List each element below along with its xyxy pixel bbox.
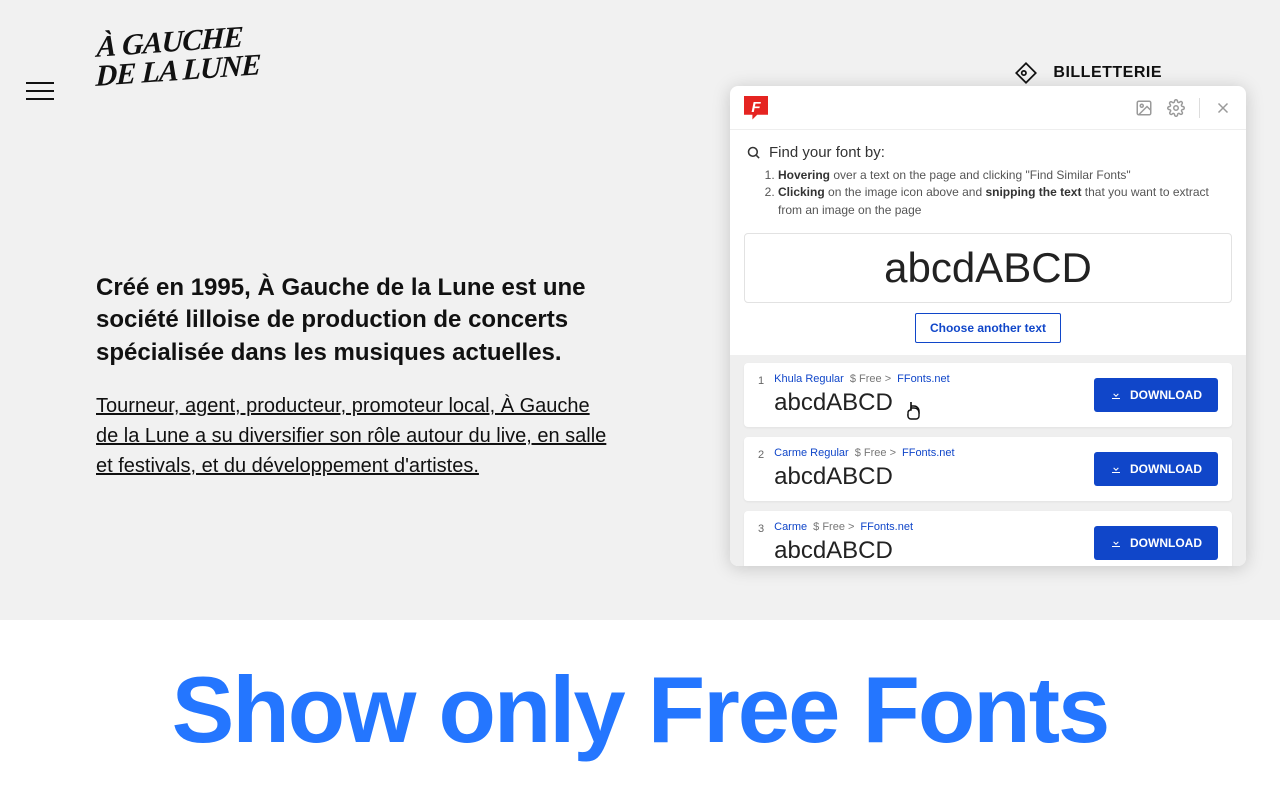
panel-header: F (730, 86, 1246, 130)
font-name-link[interactable]: Carme Regular (774, 447, 849, 459)
menu-button[interactable] (26, 76, 54, 106)
download-label: DOWNLOAD (1130, 536, 1202, 550)
billetterie-label: BILLETTERIE (1053, 64, 1162, 82)
download-label: DOWNLOAD (1130, 388, 1202, 402)
font-name-link[interactable]: Khula Regular (774, 373, 844, 385)
download-icon (1110, 537, 1122, 549)
image-icon[interactable] (1135, 99, 1153, 117)
header-divider (1199, 98, 1200, 118)
download-button[interactable]: DOWNLOAD (1094, 452, 1218, 486)
result-index: 3 (758, 523, 764, 565)
result-index: 2 (758, 449, 764, 491)
result-card[interactable]: 2 Carme Regular $ Free > FFonts.net abcd… (744, 437, 1232, 501)
font-source-link[interactable]: FFonts.net (902, 447, 955, 459)
site-logo[interactable]: À GAUCHE DE LA LUNE (95, 22, 262, 91)
result-card[interactable]: 1 Khula Regular $ Free > FFonts.net abcd… (744, 363, 1232, 427)
font-name-link[interactable]: Carme (774, 521, 807, 533)
result-card[interactable]: 3 Carme $ Free > FFonts.net abcdABCD DOW… (744, 511, 1232, 566)
font-finder-panel: F Find your font by: Hovering over a tex… (730, 86, 1246, 566)
font-sample: abcdABCD (774, 537, 913, 565)
font-sample: abcdABCD (774, 389, 950, 417)
font-source-link[interactable]: FFonts.net (897, 373, 950, 385)
choose-another-text-button[interactable]: Choose another text (915, 313, 1061, 343)
results-list[interactable]: 1 Khula Regular $ Free > FFonts.net abcd… (730, 355, 1246, 566)
ticket-icon (1013, 60, 1039, 86)
find-title: Find your font by: (746, 144, 1230, 161)
promo-banner: Show only Free Fonts (0, 620, 1280, 800)
font-sample: abcdABCD (774, 463, 954, 491)
billetterie-link[interactable]: BILLETTERIE (1013, 60, 1162, 86)
extension-logo-icon: F (744, 96, 768, 120)
find-title-text: Find your font by: (769, 144, 885, 161)
result-index: 1 (758, 375, 764, 417)
font-price: $ Free > (813, 521, 854, 533)
subheadline-text: Tourneur, agent, producteur, promoteur l… (96, 391, 616, 481)
download-label: DOWNLOAD (1130, 462, 1202, 476)
instruction-2: Clicking on the image icon above and sni… (778, 184, 1230, 219)
download-button[interactable]: DOWNLOAD (1094, 378, 1218, 412)
instructions-block: Find your font by: Hovering over a text … (730, 130, 1246, 227)
download-icon (1110, 389, 1122, 401)
sample-text-display: abcdABCD (744, 233, 1232, 303)
font-price: $ Free > (855, 447, 896, 459)
banner-text: Show only Free Fonts (172, 656, 1109, 764)
font-price: $ Free > (850, 373, 891, 385)
search-icon (746, 145, 761, 160)
headline-text: Créé en 1995, À Gauche de la Lune est un… (96, 272, 616, 369)
download-icon (1110, 463, 1122, 475)
download-button[interactable]: DOWNLOAD (1094, 526, 1218, 560)
main-content: Créé en 1995, À Gauche de la Lune est un… (96, 272, 616, 481)
instruction-1: Hovering over a text on the page and cli… (778, 167, 1230, 184)
font-source-link[interactable]: FFonts.net (860, 521, 913, 533)
close-icon[interactable] (1214, 99, 1232, 117)
gear-icon[interactable] (1167, 99, 1185, 117)
